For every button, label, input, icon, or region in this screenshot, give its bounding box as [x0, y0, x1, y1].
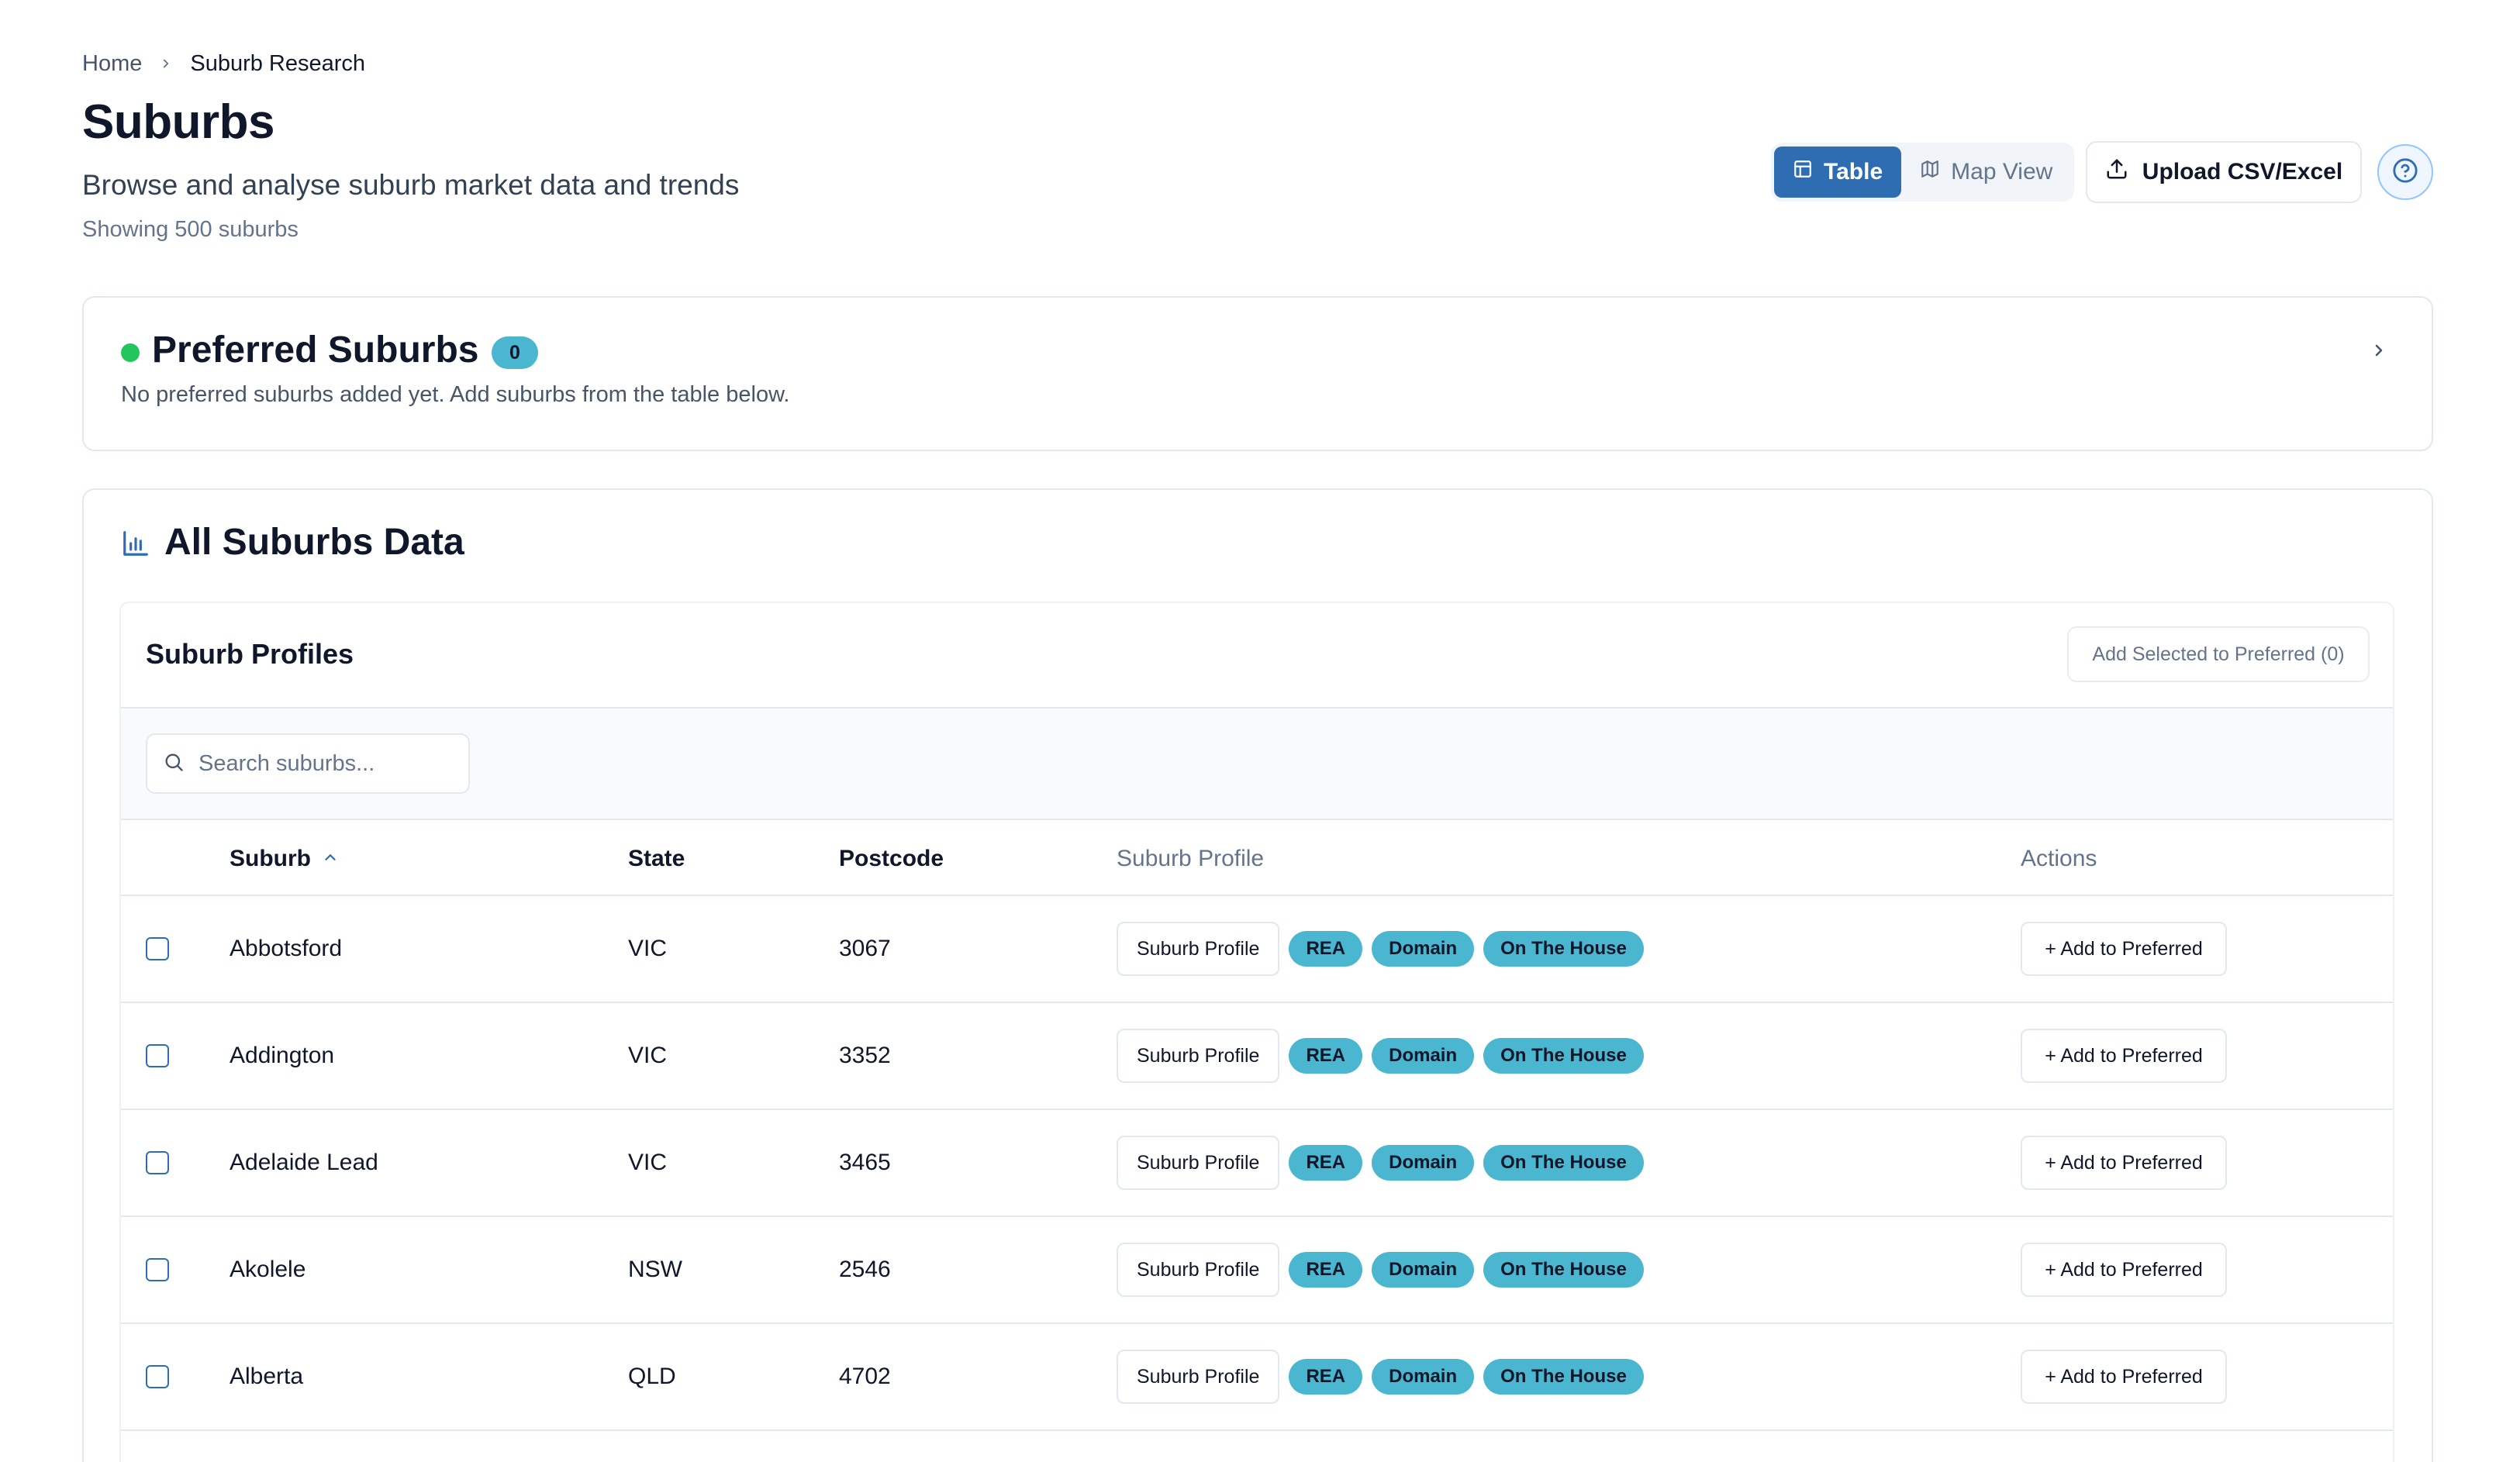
table-row: Adelaide Lead VIC 3465 Suburb Profile RE…	[121, 1110, 2393, 1217]
column-header-suburb[interactable]: Suburb	[230, 846, 339, 872]
profile-links: Suburb Profile REA Domain On The House	[1117, 1324, 1644, 1429]
domain-link[interactable]: Domain	[1372, 1038, 1475, 1074]
add-to-preferred-button[interactable]: + Add to Preferred	[2021, 1350, 2227, 1404]
suburbs-page: Home Suburb Research Suburbs Browse and …	[0, 0, 2520, 1462]
rea-link[interactable]: REA	[1289, 1359, 1363, 1395]
add-to-preferred-button[interactable]: + Add to Preferred	[2021, 1243, 2227, 1297]
on-the-house-link[interactable]: On The House	[1483, 1252, 1644, 1288]
add-to-preferred-button[interactable]: + Add to Preferred	[2021, 1029, 2227, 1083]
row-checkbox[interactable]	[146, 937, 169, 960]
rea-link[interactable]: REA	[1289, 931, 1363, 967]
table-view-button[interactable]: Table	[1774, 147, 1902, 198]
breadcrumb-current: Suburb Research	[190, 50, 366, 76]
state-cell: VIC	[628, 1043, 668, 1068]
map-icon	[1920, 159, 1940, 185]
on-the-house-link[interactable]: On The House	[1483, 1359, 1644, 1395]
add-to-preferred-button[interactable]: + Add to Preferred	[2021, 1136, 2227, 1190]
column-header-profile: Suburb Profile	[1117, 846, 1265, 871]
upload-csv-button[interactable]: Upload CSV/Excel	[2086, 141, 2362, 203]
postcode-cell: 2546	[839, 1257, 891, 1282]
domain-link[interactable]: Domain	[1372, 1145, 1475, 1181]
on-the-house-link[interactable]: On The House	[1483, 1145, 1644, 1181]
rea-link[interactable]: REA	[1289, 1145, 1363, 1181]
postcode-cell: 4702	[839, 1364, 891, 1389]
add-selected-to-preferred-button[interactable]: Add Selected to Preferred (0)	[2067, 626, 2370, 682]
expand-preferred-button[interactable]	[2363, 336, 2394, 367]
column-header-actions: Actions	[2021, 846, 2097, 871]
search-icon	[163, 751, 185, 777]
row-checkbox[interactable]	[146, 1258, 169, 1281]
profile-links: Suburb Profile REA Domain On The House	[1117, 1003, 1644, 1109]
domain-link[interactable]: Domain	[1372, 1359, 1475, 1395]
suburb-profile-button[interactable]: Suburb Profile	[1117, 1136, 1280, 1190]
preferred-suburbs-card	[82, 296, 2433, 451]
suburb-profile-button[interactable]: Suburb Profile	[1117, 1029, 1280, 1083]
domain-link[interactable]: Domain	[1372, 931, 1475, 967]
upload-icon	[2105, 157, 2128, 187]
rea-link[interactable]: REA	[1289, 1038, 1363, 1074]
on-the-house-link[interactable]: On The House	[1483, 931, 1644, 967]
map-view-label: Map View	[1951, 159, 2053, 184]
profile-links: Suburb Profile REA Domain On The House	[1117, 896, 1644, 1002]
suburb-profile-button[interactable]: Suburb Profile	[1117, 922, 1280, 976]
table-row: Abbotsford VIC 3067 Suburb Profile REA D…	[121, 896, 2393, 1003]
suburb-profile-button[interactable]: Suburb Profile	[1117, 1350, 1280, 1404]
state-cell: NSW	[628, 1257, 682, 1282]
suburb-profiles-title: Suburb Profiles	[146, 638, 354, 670]
suburb-cell: Adelaide Lead	[230, 1150, 378, 1175]
search-input[interactable]	[197, 750, 456, 778]
help-circle-icon	[2392, 157, 2418, 188]
rea-link[interactable]: REA	[1289, 1252, 1363, 1288]
table-row: Addington VIC 3352 Suburb Profile REA Do…	[121, 1003, 2393, 1110]
profile-links: Suburb Profile REA Domain On The House	[1117, 1110, 1644, 1215]
table-row: Alberta QLD 4702 Suburb Profile REA Doma…	[121, 1324, 2393, 1431]
suburb-cell: Addington	[230, 1043, 335, 1068]
suburb-cell: Alberta	[230, 1364, 304, 1389]
on-the-house-link[interactable]: On The House	[1483, 1038, 1644, 1074]
suburb-cell: Abbotsford	[230, 936, 343, 961]
state-cell: QLD	[628, 1364, 676, 1389]
row-checkbox[interactable]	[146, 1365, 169, 1388]
view-toggle: Table Map View	[1771, 143, 2075, 202]
table-view-label: Table	[1824, 159, 1883, 184]
postcode-cell: 3067	[839, 936, 891, 961]
state-cell: VIC	[628, 1150, 668, 1175]
row-checkbox[interactable]	[146, 1044, 169, 1067]
chevron-up-icon	[322, 846, 339, 872]
preferred-suburbs-title: Preferred Suburbs	[152, 329, 479, 371]
all-suburbs-title: All Suburbs Data	[164, 522, 464, 563]
table-row: Akolele NSW 2546 Suburb Profile REA Doma…	[121, 1217, 2393, 1324]
page-title: Suburbs	[82, 95, 274, 149]
suburb-count-text: Showing 500 suburbs	[82, 217, 299, 242]
preferred-count-badge: 0	[492, 336, 538, 369]
suburb-profile-button[interactable]: Suburb Profile	[1117, 1243, 1280, 1297]
column-header-state[interactable]: State	[628, 846, 685, 872]
bar-chart-icon	[121, 529, 150, 562]
suburb-cell: Akolele	[230, 1257, 306, 1282]
upload-label: Upload CSV/Excel	[2142, 159, 2343, 184]
search-box	[146, 733, 470, 794]
domain-link[interactable]: Domain	[1372, 1252, 1475, 1288]
breadcrumb: Home Suburb Research	[82, 48, 365, 79]
table-icon	[1793, 159, 1813, 185]
state-cell: VIC	[628, 936, 668, 961]
breadcrumb-separator-icon	[159, 51, 173, 76]
add-to-preferred-button[interactable]: + Add to Preferred	[2021, 922, 2227, 976]
chevron-right-icon	[2370, 341, 2388, 364]
map-view-button[interactable]: Map View	[1901, 147, 2071, 198]
profile-links: Suburb Profile REA Domain On The House	[1117, 1217, 1644, 1322]
help-button[interactable]	[2377, 144, 2433, 200]
preferred-status-dot	[121, 343, 140, 362]
page-subtitle: Browse and analyse suburb market data an…	[82, 169, 740, 201]
row-checkbox[interactable]	[146, 1151, 169, 1174]
postcode-cell: 3465	[839, 1150, 891, 1175]
postcode-cell: 3352	[839, 1043, 891, 1068]
column-header-suburb-label: Suburb	[230, 846, 311, 871]
breadcrumb-home-link[interactable]: Home	[82, 51, 142, 77]
column-header-postcode[interactable]: Postcode	[839, 846, 944, 872]
preferred-empty-text: No preferred suburbs added yet. Add subu…	[121, 382, 790, 407]
